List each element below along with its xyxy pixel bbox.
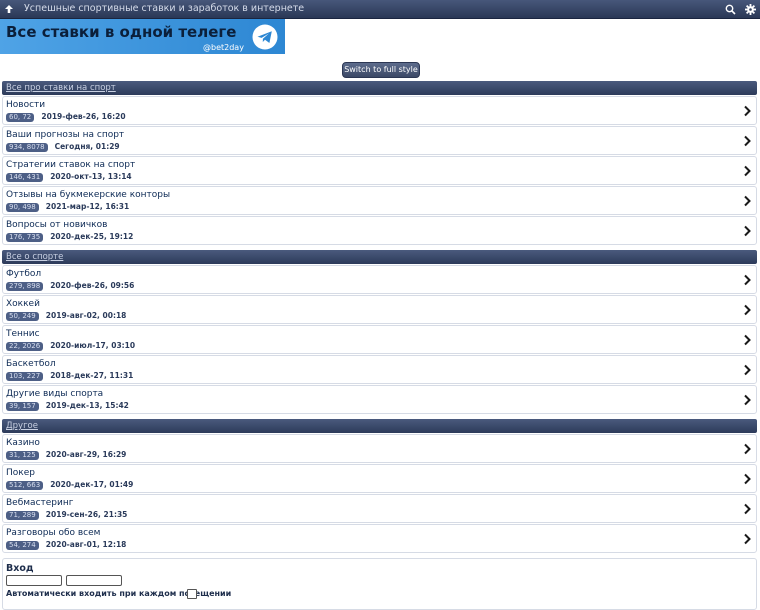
forum-row[interactable]: Вебмастеринг 71, 289 2019-сен-26, 21:35	[2, 494, 757, 523]
forum-name[interactable]: Новости	[6, 100, 45, 110]
chevron-right-icon	[744, 503, 751, 515]
auto-login-checkbox[interactable]	[187, 589, 197, 599]
forum-row[interactable]: Стратегии ставок на спорт 146, 431 2020-ок…	[2, 156, 757, 185]
forum-name[interactable]: Вопросы от новичков	[6, 220, 107, 230]
forum-last-post-date: 2019-сен-26, 21:35	[45, 510, 128, 519]
auto-login-label: Автоматически входить при каждом посещен…	[6, 589, 232, 598]
forum-last-post-date: 2019-дек-13, 15:42	[45, 401, 129, 410]
forum-last-post-date: 2020-июл-17, 03:10	[50, 341, 136, 350]
forum-stats-badge: 146, 431	[6, 173, 44, 182]
settings-button[interactable]	[740, 0, 760, 18]
forum-stats-badge: 54, 274	[6, 541, 39, 550]
forum-stats-badge: 90, 498	[6, 203, 39, 212]
forum-row[interactable]: Новости 60, 72 2019-фев-26, 16:20	[2, 96, 757, 125]
chevron-right-icon	[744, 443, 751, 455]
forum-last-post-date: 2020-фев-26, 09:56	[50, 281, 135, 290]
banner-handle: @bet2day	[203, 43, 244, 52]
chevron-right-icon	[744, 473, 751, 485]
forum-stats-badge: 22, 2026	[6, 342, 44, 351]
forum-name[interactable]: Отзывы на букмекерские конторы	[6, 190, 170, 200]
forum-name[interactable]: Вебмастеринг	[6, 498, 73, 508]
forum-name[interactable]: Ваши прогнозы на спорт	[6, 130, 124, 140]
forum-name[interactable]: Футбол	[6, 269, 41, 279]
telegram-icon	[252, 24, 278, 50]
banner-text: Все ставки в одной телеге	[6, 23, 237, 41]
chevron-right-icon	[744, 364, 751, 376]
forum-row[interactable]: Отзывы на букмекерские конторы 90, 498 202…	[2, 186, 757, 215]
category-link[interactable]: Другое	[6, 419, 38, 433]
forum-last-post-date: 2020-дек-17, 01:49	[50, 480, 134, 489]
category-link[interactable]: Все о спорте	[6, 250, 63, 264]
username-input[interactable]	[6, 575, 62, 586]
forum-last-post-date: 2019-авг-02, 00:18	[45, 311, 127, 320]
telegram-banner[interactable]: Все ставки в одной телеге @bet2day	[0, 19, 285, 54]
chevron-right-icon	[744, 334, 751, 346]
chevron-right-icon	[744, 165, 751, 177]
gear-icon	[744, 3, 756, 15]
forum-stats-badge: 103, 227	[6, 372, 44, 381]
forum-stats-badge: 31, 125	[6, 451, 39, 460]
forum-stats-badge: 60, 72	[6, 113, 35, 122]
forum-last-post-date: Сегодня, 01:29	[54, 142, 120, 151]
forum-row[interactable]: Хоккей 50, 249 2019-авг-02, 00:18	[2, 295, 757, 324]
forum-stats-badge: 934, 8078	[6, 143, 48, 152]
login-title: Вход	[6, 563, 34, 574]
chevron-right-icon	[744, 274, 751, 286]
forum-last-post-date: 2020-дек-25, 19:12	[50, 232, 134, 241]
search-icon	[725, 4, 736, 15]
forum-stats-badge: 176, 735	[6, 233, 44, 242]
forum-last-post-date: 2020-окт-13, 13:14	[50, 172, 132, 181]
switch-full-style-button[interactable]: Switch to full style	[342, 62, 420, 78]
forum-name[interactable]: Другие виды спорта	[6, 389, 103, 399]
forum-row[interactable]: Покер 512, 663 2020-дек-17, 01:49	[2, 464, 757, 493]
forum-name[interactable]: Казино	[6, 438, 40, 448]
forum-row[interactable]: Другие виды спорта 39, 157 2019-дек-13, 15…	[2, 385, 757, 414]
password-input[interactable]	[66, 575, 122, 586]
forum-stats-badge: 50, 249	[6, 312, 39, 321]
category-header: Все о спорте	[2, 250, 757, 264]
forum-row[interactable]: Футбол 279, 898 2020-фев-26, 09:56	[2, 265, 757, 294]
site-title[interactable]: Успешные спортивные ставки и заработок в…	[24, 0, 304, 18]
forum-name[interactable]: Покер	[6, 468, 35, 478]
forum-row[interactable]: Вопросы от новичков 176, 735 2020-дек-25, …	[2, 216, 757, 245]
search-button[interactable]	[720, 0, 740, 18]
arrow-up-icon	[5, 5, 13, 13]
forum-row[interactable]: Баскетбол 103, 227 2018-дек-27, 11:31	[2, 355, 757, 384]
forum-row[interactable]: Теннис 22, 2026 2020-июл-17, 03:10	[2, 325, 757, 354]
forum-name[interactable]: Разговоры обо всем	[6, 528, 100, 538]
forum-name[interactable]: Стратегии ставок на спорт	[6, 160, 135, 170]
forum-last-post-date: 2018-дек-27, 11:31	[50, 371, 134, 380]
top-bar: Успешные спортивные ставки и заработок в…	[0, 0, 760, 19]
forum-last-post-date: 2020-авг-29, 16:29	[45, 450, 127, 459]
chevron-right-icon	[744, 304, 751, 316]
forum-stats-badge: 71, 289	[6, 511, 39, 520]
up-button[interactable]	[0, 0, 18, 18]
category-header: Все про ставки на спорт	[2, 81, 757, 95]
forum-name[interactable]: Теннис	[6, 329, 40, 339]
category-link[interactable]: Все про ставки на спорт	[6, 81, 116, 95]
forum-row[interactable]: Казино 31, 125 2020-авг-29, 16:29	[2, 434, 757, 463]
forum-last-post-date: 2019-фев-26, 16:20	[41, 112, 126, 121]
chevron-right-icon	[744, 225, 751, 237]
forum-last-post-date: 2021-мар-12, 16:31	[45, 202, 130, 211]
forum-row[interactable]: Разговоры обо всем 54, 274 2020-авг-01, 12…	[2, 524, 757, 553]
forum-stats-badge: 512, 663	[6, 481, 44, 490]
forum-row[interactable]: Ваши прогнозы на спорт 934, 8078 Сегодня, …	[2, 126, 757, 155]
chevron-right-icon	[744, 135, 751, 147]
category-header: Другое	[2, 419, 757, 433]
forum-last-post-date: 2020-авг-01, 12:18	[45, 540, 127, 549]
chevron-right-icon	[744, 533, 751, 545]
chevron-right-icon	[744, 394, 751, 406]
chevron-right-icon	[744, 195, 751, 207]
forum-name[interactable]: Хоккей	[6, 299, 40, 309]
forum-name[interactable]: Баскетбол	[6, 359, 56, 369]
forum-stats-badge: 39, 157	[6, 402, 39, 411]
forum-stats-badge: 279, 898	[6, 282, 44, 291]
chevron-right-icon	[744, 105, 751, 117]
login-box: Вход Автоматически входить при каждом по…	[2, 558, 757, 610]
